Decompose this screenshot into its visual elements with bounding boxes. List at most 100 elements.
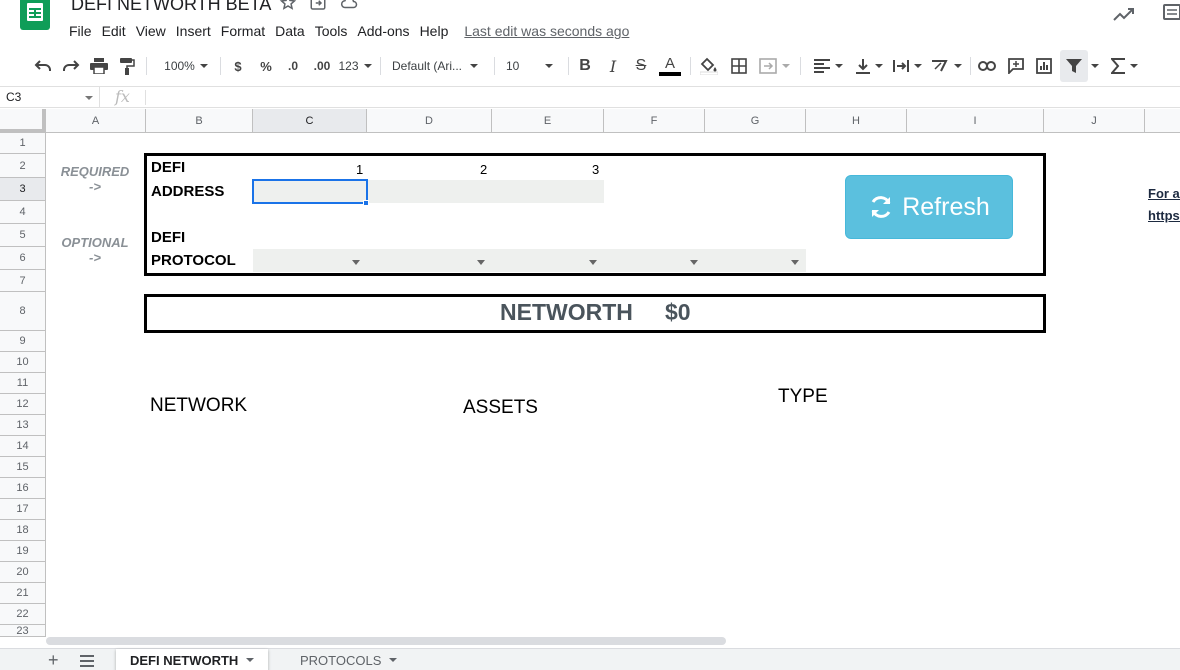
move-icon[interactable] xyxy=(309,0,327,12)
column-header-f[interactable]: F xyxy=(604,109,705,133)
sheet-tab-defi-networth[interactable]: DEFI NETWORTH xyxy=(116,649,269,670)
document-title[interactable]: DEFI NETWORTH BETA xyxy=(71,0,271,15)
row-header-22[interactable]: 22 xyxy=(0,604,46,625)
row-header-11[interactable]: 11 xyxy=(0,373,46,394)
column-header-j[interactable]: J xyxy=(1044,109,1145,133)
activity-trend-icon[interactable] xyxy=(1113,6,1135,27)
horizontal-align-icon[interactable] xyxy=(810,50,846,82)
filter-icon[interactable] xyxy=(1060,50,1088,82)
font-size-select[interactable]: 10 xyxy=(506,50,560,82)
more-formats-select[interactable]: 123 xyxy=(338,50,372,82)
column-header-k[interactable] xyxy=(1145,109,1180,133)
column-header-b[interactable]: B xyxy=(146,109,253,133)
row-header-13[interactable]: 13 xyxy=(0,415,46,436)
row-header-5[interactable]: 5 xyxy=(0,224,46,247)
select-all-corner[interactable] xyxy=(0,109,46,133)
borders-icon[interactable] xyxy=(728,50,750,82)
protocol-dropdown-3-icon[interactable] xyxy=(589,260,597,265)
horizontal-scrollbar-thumb[interactable] xyxy=(46,637,726,645)
row-header-15[interactable]: 15 xyxy=(0,457,46,478)
functions-icon[interactable] xyxy=(1108,50,1140,82)
decrease-decimal-button[interactable]: .0 xyxy=(282,50,304,82)
row-header-17[interactable]: 17 xyxy=(0,499,46,520)
row-header-2[interactable]: 2 xyxy=(0,154,46,178)
menu-view[interactable]: View xyxy=(131,23,171,39)
row-header-1[interactable]: 1 xyxy=(0,133,46,154)
menu-tools[interactable]: Tools xyxy=(310,23,353,39)
percent-format-button[interactable]: % xyxy=(256,50,276,82)
menu-addons[interactable]: Add-ons xyxy=(352,23,414,39)
row-header-3[interactable]: 3 xyxy=(0,178,46,201)
strikethrough-button[interactable]: S xyxy=(632,50,650,82)
increase-decimal-button[interactable]: .00 xyxy=(309,50,335,82)
insert-chart-icon[interactable] xyxy=(1033,50,1055,82)
menu-file[interactable]: File xyxy=(64,23,97,39)
menu-help[interactable]: Help xyxy=(415,23,454,39)
menu-data[interactable]: Data xyxy=(270,23,310,39)
zoom-select[interactable]: 100% xyxy=(158,50,214,82)
info-link[interactable]: https: xyxy=(1148,208,1180,223)
row-header-7[interactable]: 7 xyxy=(0,270,46,292)
bold-button[interactable]: B xyxy=(576,50,594,82)
merge-cells-icon[interactable] xyxy=(756,50,792,82)
column-header-g[interactable]: G xyxy=(705,109,806,133)
row-header-12[interactable]: 12 xyxy=(0,394,46,415)
protocol-dropdown-2-icon[interactable] xyxy=(477,260,485,265)
print-icon[interactable] xyxy=(88,50,110,82)
text-color-button[interactable]: A xyxy=(658,50,682,82)
row-header-10[interactable]: 10 xyxy=(0,352,46,373)
menu-format[interactable]: Format xyxy=(216,23,270,39)
protocol-dropdown-5-icon[interactable] xyxy=(791,260,799,265)
italic-button[interactable]: I xyxy=(604,50,622,82)
fill-color-icon[interactable] xyxy=(698,50,720,82)
row-header-6[interactable]: 6 xyxy=(0,247,46,270)
row-header-8[interactable]: 8 xyxy=(0,292,46,331)
star-icon[interactable] xyxy=(279,0,297,12)
last-edit-link[interactable]: Last edit was seconds ago xyxy=(464,23,629,39)
row-header-23[interactable]: 23 xyxy=(0,625,46,637)
protocol-dropdown-1-icon[interactable] xyxy=(352,260,360,265)
column-header-h[interactable]: H xyxy=(806,109,907,133)
cloud-saved-icon[interactable] xyxy=(339,0,358,12)
paint-format-icon[interactable] xyxy=(116,50,138,82)
redo-icon[interactable] xyxy=(60,50,82,82)
insert-link-icon[interactable] xyxy=(976,50,998,82)
row-header-14[interactable]: 14 xyxy=(0,436,46,457)
defi-address-label-line1: DEFI xyxy=(151,159,186,176)
row-header-18[interactable]: 18 xyxy=(0,520,46,541)
text-wrapping-icon[interactable] xyxy=(890,50,924,82)
font-family-select[interactable]: Default (Ari... xyxy=(392,50,486,82)
filter-menu-icon[interactable] xyxy=(1090,50,1100,82)
row-header-4[interactable]: 4 xyxy=(0,201,46,224)
row-header-21[interactable]: 21 xyxy=(0,583,46,604)
undo-icon[interactable] xyxy=(32,50,54,82)
row-header-20[interactable]: 20 xyxy=(0,562,46,583)
menu-edit[interactable]: Edit xyxy=(97,23,131,39)
menu-bar: File Edit View Insert Format Data Tools … xyxy=(64,20,629,42)
sheet-tab-protocols[interactable]: PROTOCOLS xyxy=(286,649,411,670)
menu-insert[interactable]: Insert xyxy=(171,23,216,39)
insert-comment-icon[interactable] xyxy=(1005,50,1027,82)
name-box[interactable]: C3 xyxy=(0,87,100,108)
protocol-dropdown-4-icon[interactable] xyxy=(690,260,698,265)
column-header-a[interactable]: A xyxy=(46,109,146,133)
column-header-e[interactable]: E xyxy=(492,109,604,133)
row-header-19[interactable]: 19 xyxy=(0,541,46,562)
sheets-logo-icon[interactable] xyxy=(20,0,50,30)
text-rotation-icon[interactable] xyxy=(928,50,964,82)
protocol-dropdown-cells[interactable] xyxy=(253,249,806,272)
refresh-button[interactable]: Refresh xyxy=(845,175,1013,239)
currency-format-button[interactable]: $ xyxy=(228,50,248,82)
row-header-16[interactable]: 16 xyxy=(0,478,46,499)
comments-icon[interactable] xyxy=(1162,3,1180,28)
fx-icon: fx xyxy=(115,87,130,106)
selected-cell-c3[interactable] xyxy=(252,179,368,204)
all-sheets-icon[interactable] xyxy=(80,654,94,670)
column-header-d[interactable]: D xyxy=(367,109,492,133)
column-header-i[interactable]: I xyxy=(907,109,1044,133)
add-sheet-icon[interactable]: + xyxy=(48,651,59,669)
column-header-c[interactable]: C xyxy=(253,109,367,133)
vertical-align-icon[interactable] xyxy=(852,50,886,82)
row-header-9[interactable]: 9 xyxy=(0,331,46,352)
fill-handle[interactable] xyxy=(363,200,369,206)
